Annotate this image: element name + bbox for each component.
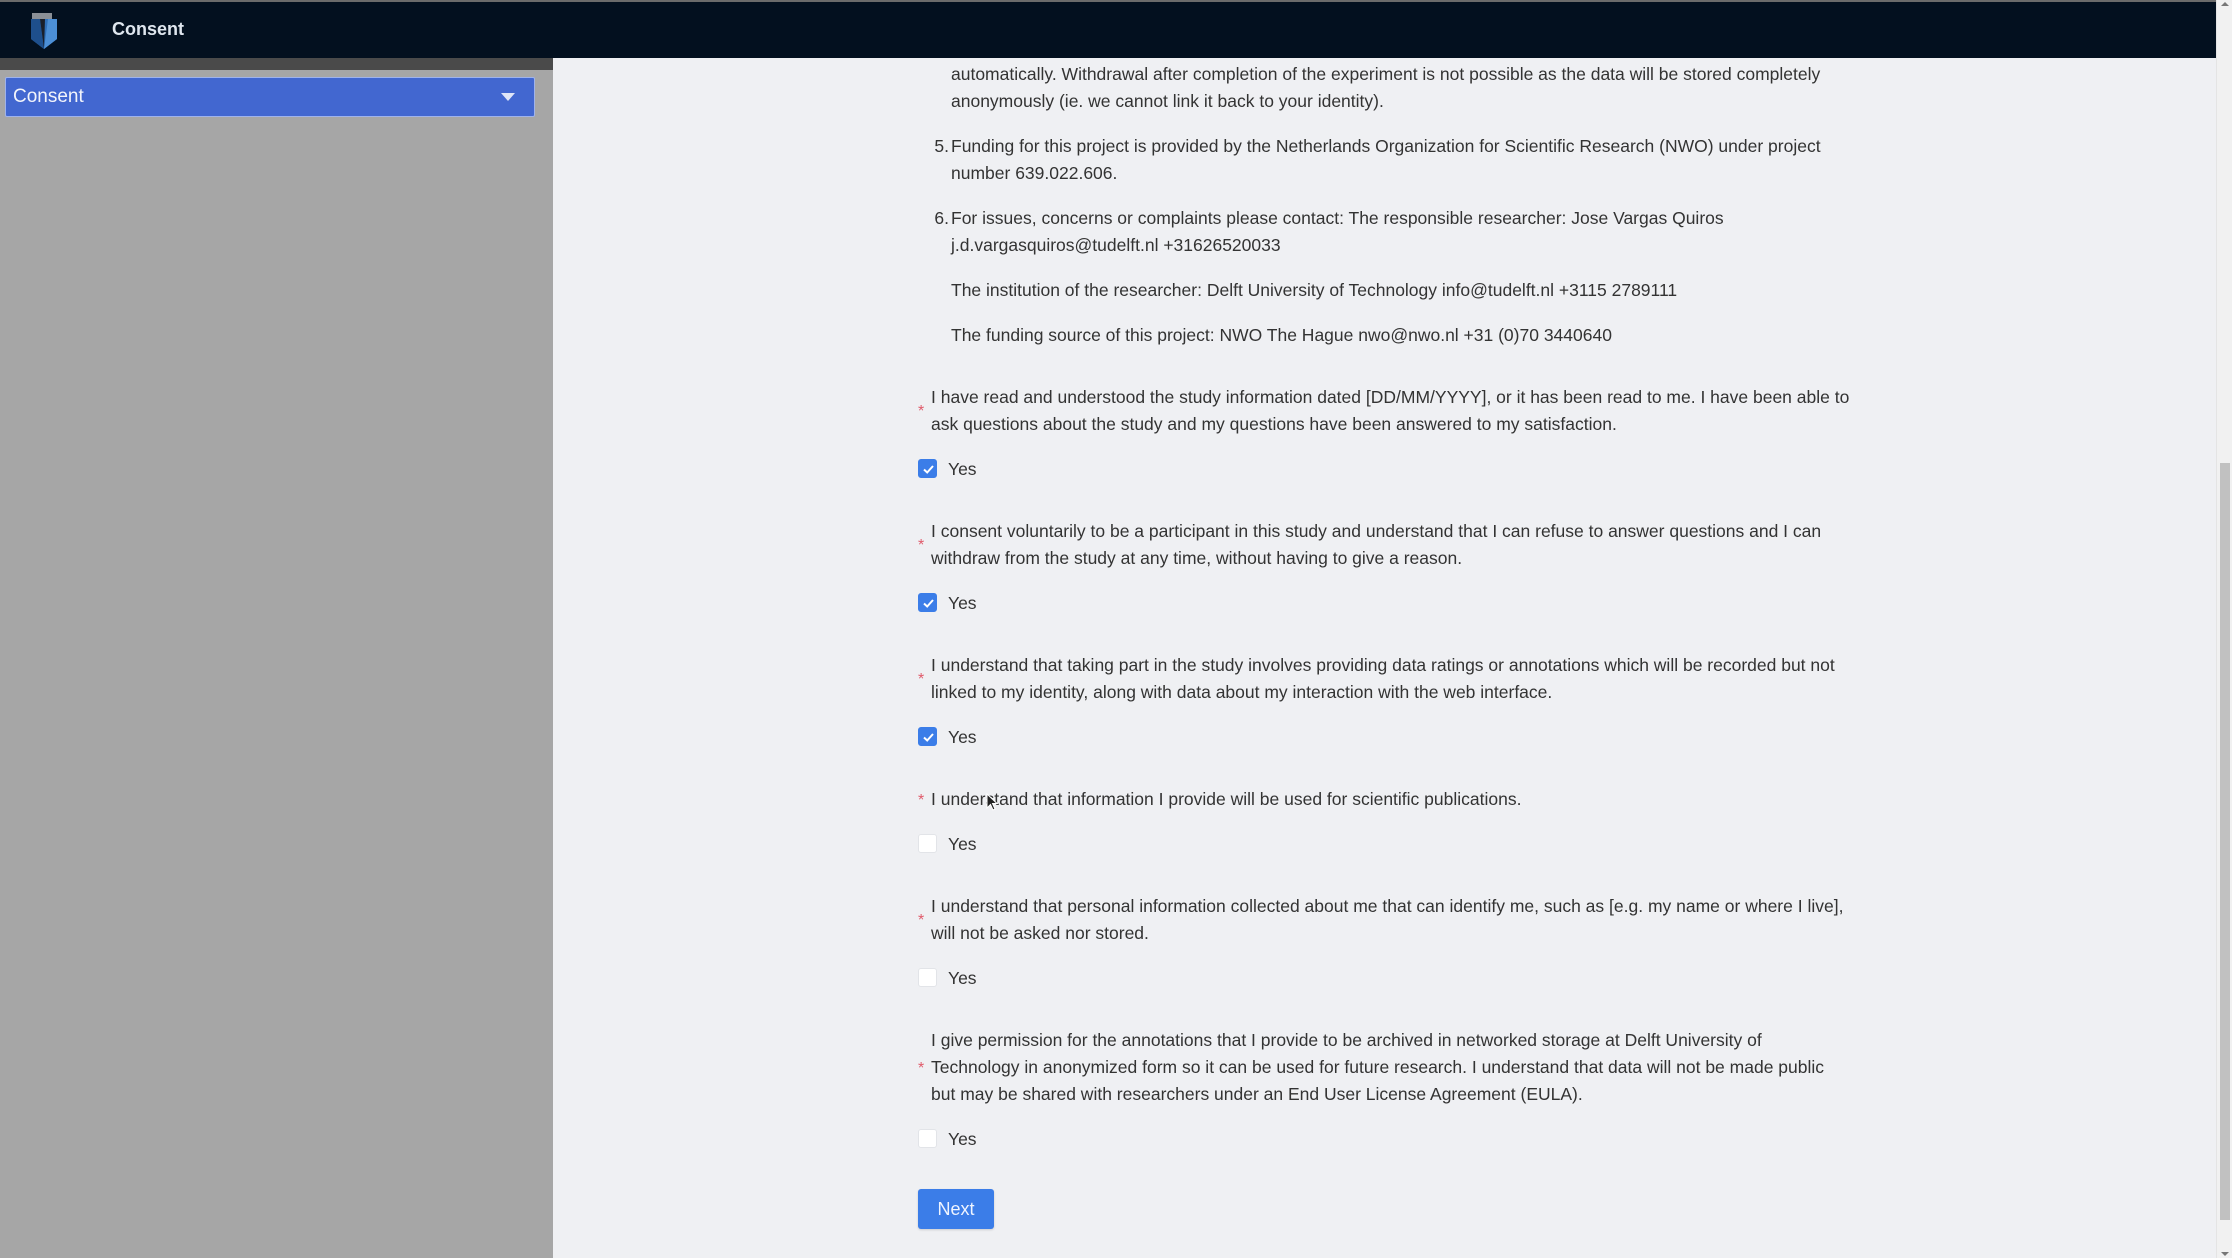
- checkbox-checked[interactable]: [918, 727, 937, 746]
- checkbox-unchecked[interactable]: [918, 968, 937, 987]
- checkbox-label[interactable]: Yes: [948, 590, 977, 617]
- check-icon: [923, 465, 934, 474]
- required-mark: *: [918, 792, 925, 809]
- contact-institution: The institution of the researcher: Delft…: [951, 280, 1678, 300]
- required-mark: *: [918, 537, 925, 554]
- list-text: For issues, concerns or complaints pleas…: [951, 208, 1724, 255]
- check-icon: [923, 733, 934, 742]
- checkbox-unchecked[interactable]: [918, 1129, 937, 1148]
- question-text: I consent voluntarily to be a participan…: [931, 521, 1822, 568]
- checkbox-label[interactable]: Yes: [948, 965, 977, 992]
- checkbox-label[interactable]: Yes: [948, 456, 977, 483]
- checkbox-checked[interactable]: [918, 459, 937, 478]
- next-button[interactable]: Next: [918, 1189, 994, 1229]
- list-number: 5.: [934, 136, 949, 156]
- vertical-scrollbar[interactable]: [2216, 0, 2232, 1258]
- list-number: 6.: [934, 208, 949, 228]
- question-text: I understand that taking part in the stu…: [931, 655, 1835, 702]
- required-mark: *: [918, 1060, 925, 1077]
- question-text: I give permission for the annotations th…: [931, 1030, 1825, 1104]
- top-app-bar: Consent: [0, 0, 2232, 58]
- checkbox-label[interactable]: Yes: [948, 1126, 977, 1153]
- shield-logo-icon[interactable]: [26, 11, 62, 51]
- checkbox-label[interactable]: Yes: [948, 724, 977, 751]
- question-text: I have read and understood the study inf…: [931, 387, 1850, 434]
- info-item-4-continuation: automatically. Withdrawal after completi…: [951, 64, 1821, 111]
- scrollbar-thumb[interactable]: [2220, 463, 2230, 1220]
- check-icon: [923, 599, 934, 608]
- checkbox-unchecked[interactable]: [918, 834, 937, 853]
- required-mark: *: [918, 671, 925, 688]
- scroll-down-arrow-icon[interactable]: [2221, 1252, 2229, 1256]
- question-text: I understand that personal information c…: [931, 896, 1844, 943]
- mouse-cursor-icon: [986, 793, 998, 811]
- sidebar-top-strip: [0, 58, 553, 70]
- required-mark: *: [918, 912, 925, 929]
- page-title: Consent: [112, 19, 184, 39]
- contact-funding: The funding source of this project: NWO …: [951, 325, 1612, 345]
- list-text: Funding for this project is provided by …: [951, 136, 1821, 183]
- caret-down-icon: [501, 93, 515, 101]
- required-mark: *: [918, 403, 925, 420]
- checkbox-checked[interactable]: [918, 593, 937, 612]
- section-select-value: Consent: [13, 86, 84, 107]
- main-content: automatically. Withdrawal after completi…: [553, 58, 2216, 1258]
- section-select[interactable]: Consent: [5, 77, 535, 117]
- checkbox-label[interactable]: Yes: [948, 831, 977, 858]
- sidebar: Consent: [0, 58, 553, 1258]
- question-text: I understand that information I provide …: [931, 789, 1522, 809]
- scroll-up-arrow-icon[interactable]: [2221, 2, 2229, 6]
